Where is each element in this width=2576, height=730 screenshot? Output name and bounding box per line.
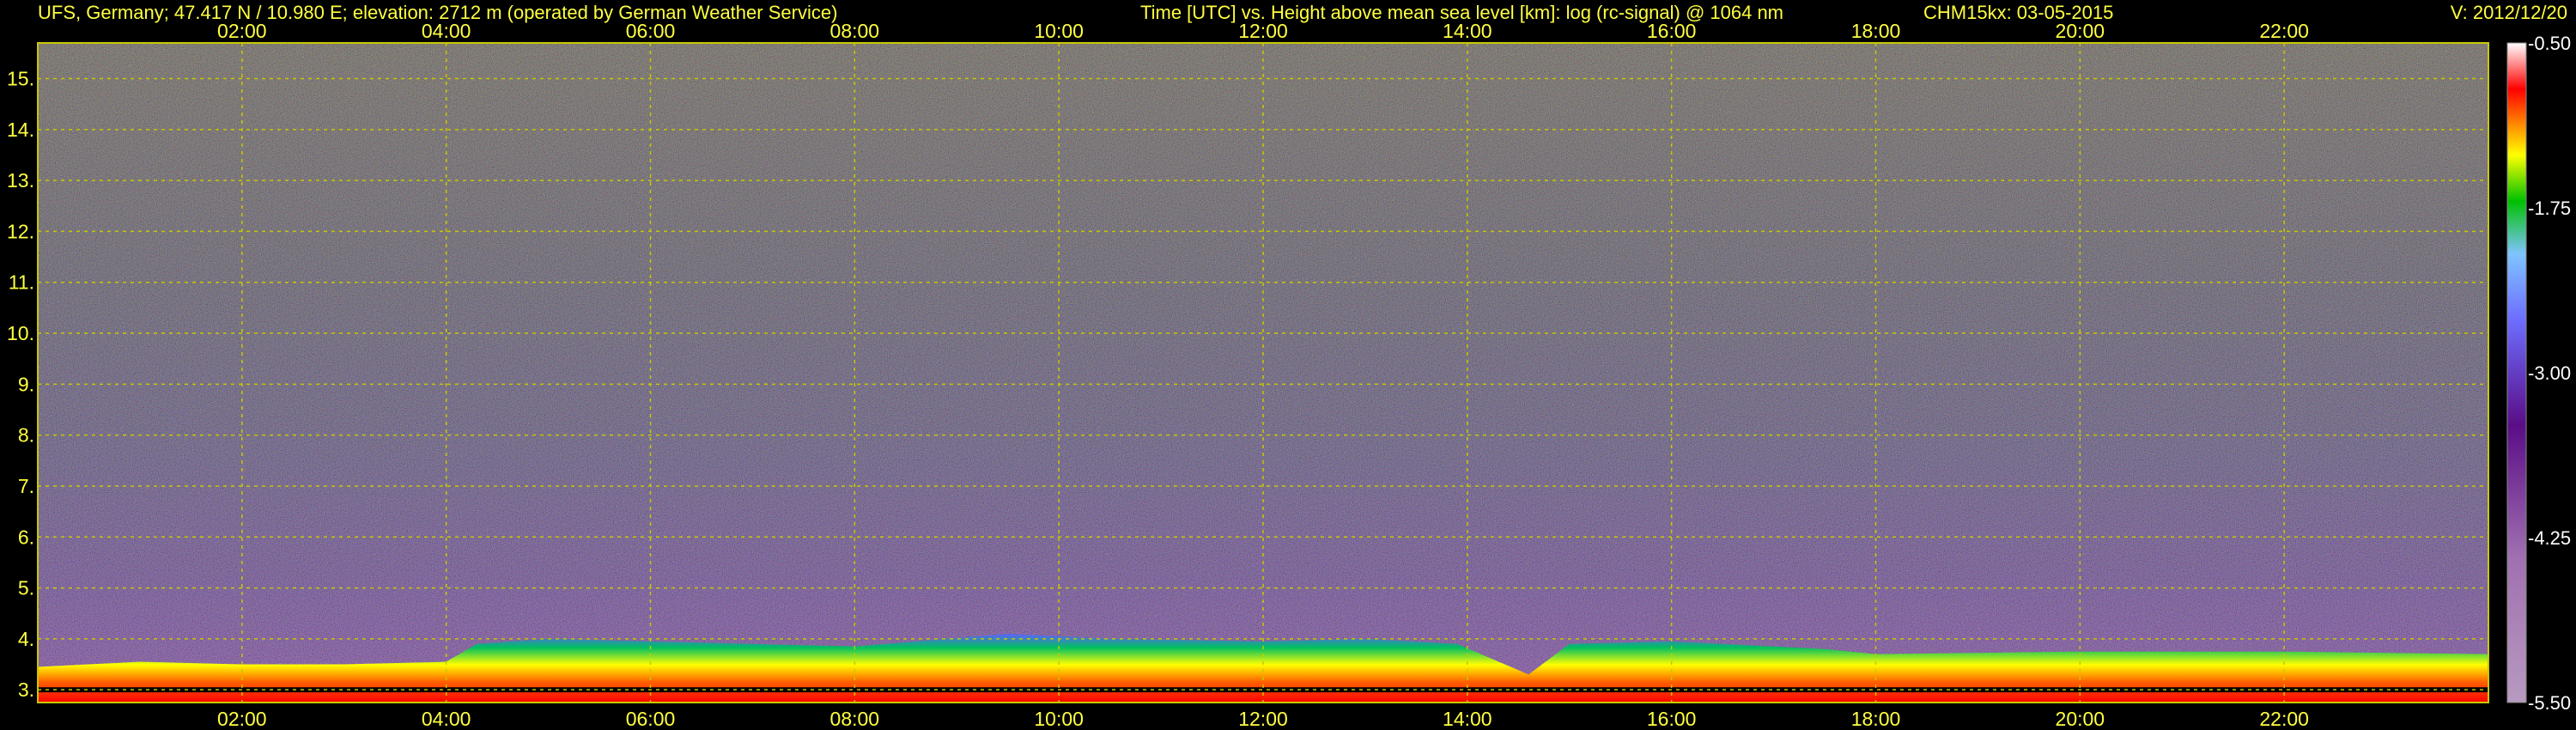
ground-signal-band	[38, 687, 2488, 693]
x-tick-label-bottom: 04:00	[422, 708, 471, 730]
x-tick-label-bottom: 18:00	[1851, 708, 1901, 730]
x-tick-label-top: 10:00	[1034, 20, 1084, 42]
y-tick-label: 7.	[18, 475, 34, 497]
x-tick-label-top: 02:00	[217, 20, 267, 42]
y-tick-label: 14.	[7, 119, 34, 141]
y-tick-label: 5.	[18, 577, 34, 599]
x-tick-label-top: 08:00	[830, 20, 880, 42]
y-tick-label: 13.	[7, 169, 34, 192]
x-tick-label-top: 12:00	[1238, 20, 1288, 42]
x-tick-label-top: 14:00	[1443, 20, 1492, 42]
y-tick-label: 3.	[18, 678, 34, 701]
y-tick-label: 9.	[18, 373, 34, 395]
colorbar-label: -4.25	[2528, 527, 2571, 549]
y-tick-label: 15.	[7, 68, 34, 90]
heatmap-noise	[38, 43, 2488, 703]
colorbar-label: -5.50	[2528, 692, 2571, 714]
x-tick-label-top: 22:00	[2259, 20, 2309, 42]
x-tick-label-bottom: 02:00	[217, 708, 267, 730]
colorbar-label: -1.75	[2528, 198, 2571, 219]
version-label: V: 2012/12/20	[2451, 2, 2567, 23]
x-tick-label-top: 04:00	[422, 20, 471, 42]
y-tick-label: 10.	[7, 322, 34, 344]
y-ticks: 3. 4. 5. 6. 7. 8. 9. 10. 11. 12. 13. 14. 15.	[7, 68, 34, 702]
colorbar	[2506, 42, 2527, 703]
x-tick-label-bottom: 14:00	[1443, 708, 1492, 730]
ceilometer-plot: UFS, Germany; 47.417 N / 10.980 E; eleva…	[7, 2, 2571, 730]
y-tick-label: 8.	[18, 424, 34, 447]
x-ticks-bottom: 02:00 04:00 06:00 08:00 10:00 12:00 14:00 16:00…	[217, 708, 2309, 730]
y-tick-label: 4.	[18, 628, 34, 650]
y-tick-label: 11.	[9, 271, 34, 294]
y-tick-label: 6.	[18, 526, 34, 548]
x-tick-label-bottom: 12:00	[1238, 708, 1288, 730]
x-tick-label-bottom: 20:00	[2056, 708, 2105, 730]
x-tick-label-bottom: 06:00	[626, 708, 676, 730]
x-tick-label-top: 20:00	[2056, 20, 2105, 42]
colorbar-label: -3.00	[2528, 362, 2571, 384]
colorbar-label: -0.50	[2528, 33, 2571, 54]
heatmap-area	[38, 43, 2488, 703]
colorbar-labels: -0.50 -1.75 -3.00 -4.25 -5.50	[2528, 33, 2571, 714]
x-tick-label-bottom: 10:00	[1034, 708, 1084, 730]
x-tick-label-bottom: 22:00	[2259, 708, 2309, 730]
x-tick-label-bottom: 08:00	[830, 708, 880, 730]
x-tick-label-bottom: 16:00	[1647, 708, 1697, 730]
y-tick-label: 12.	[7, 220, 34, 242]
x-tick-label-top: 16:00	[1647, 20, 1697, 42]
x-tick-label-top: 18:00	[1851, 20, 1901, 42]
x-tick-label-top: 06:00	[626, 20, 676, 42]
